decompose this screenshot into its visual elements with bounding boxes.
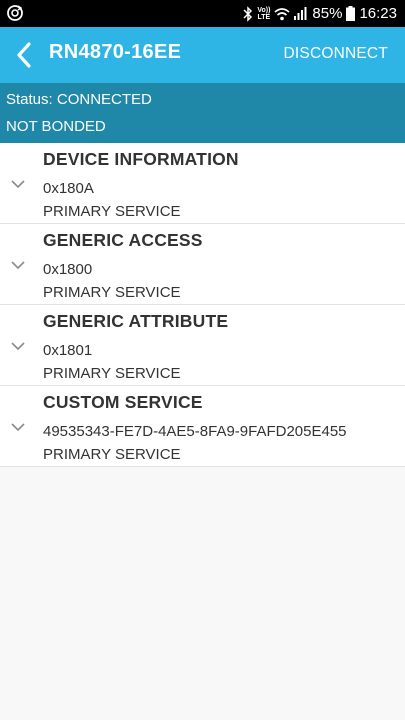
chevron-down-icon bbox=[11, 180, 25, 189]
chevron-down-icon bbox=[11, 423, 25, 432]
connection-status: Status: CONNECTED bbox=[6, 91, 152, 108]
connection-status-band: Status: CONNECTED NOT BONDED bbox=[0, 83, 405, 143]
bond-status: NOT BONDED bbox=[6, 118, 106, 135]
device-name-title: RN4870-16EE bbox=[49, 41, 182, 63]
service-type: PRIMARY SERVICE bbox=[43, 284, 181, 301]
service-name: GENERIC ATTRIBUTE bbox=[43, 311, 229, 331]
service-type: PRIMARY SERVICE bbox=[43, 446, 181, 463]
bluetooth-icon bbox=[243, 5, 253, 22]
back-arrow-icon bbox=[17, 42, 31, 68]
service-item-device-information[interactable]: DEVICE INFORMATION 0x180A PRIMARY SERVIC… bbox=[0, 143, 405, 224]
service-name: GENERIC ACCESS bbox=[43, 230, 203, 250]
service-name: CUSTOM SERVICE bbox=[43, 392, 203, 412]
chevron-down-icon bbox=[11, 342, 25, 351]
disconnect-button[interactable]: DISCONNECT bbox=[284, 45, 388, 63]
service-type: PRIMARY SERVICE bbox=[43, 365, 181, 382]
chevron-down-icon bbox=[11, 261, 25, 270]
wifi-icon bbox=[274, 7, 290, 21]
volte-icon: Vo)) LTE bbox=[257, 7, 270, 21]
sync-icon bbox=[6, 4, 24, 22]
status-bar: Vo)) LTE 85% 16:23 bbox=[0, 0, 405, 27]
service-uuid: 49535343-FE7D-4AE5-8FA9-9FAFD205E455 bbox=[43, 423, 347, 440]
service-item-generic-attribute[interactable]: GENERIC ATTRIBUTE 0x1801 PRIMARY SERVICE bbox=[0, 305, 405, 386]
service-uuid: 0x180A bbox=[43, 180, 94, 197]
back-button[interactable] bbox=[6, 37, 42, 73]
volte-text-bottom: LTE bbox=[257, 13, 271, 21]
service-item-custom-service[interactable]: CUSTOM SERVICE 49535343-FE7D-4AE5-8FA9-9… bbox=[0, 386, 405, 467]
service-uuid: 0x1801 bbox=[43, 342, 93, 359]
volte-text-top: Vo)) bbox=[257, 6, 271, 14]
service-type: PRIMARY SERVICE bbox=[43, 203, 181, 220]
service-name: DEVICE INFORMATION bbox=[43, 149, 239, 169]
service-list: DEVICE INFORMATION 0x180A PRIMARY SERVIC… bbox=[0, 143, 405, 467]
clock: 16:23 bbox=[359, 5, 397, 22]
signal-icon bbox=[294, 7, 308, 20]
service-uuid: 0x1800 bbox=[43, 261, 93, 278]
battery-percent: 85% bbox=[312, 5, 343, 22]
app-bar: RN4870-16EE DISCONNECT bbox=[0, 27, 405, 83]
battery-icon bbox=[346, 6, 356, 21]
service-item-generic-access[interactable]: GENERIC ACCESS 0x1800 PRIMARY SERVICE bbox=[0, 224, 405, 305]
